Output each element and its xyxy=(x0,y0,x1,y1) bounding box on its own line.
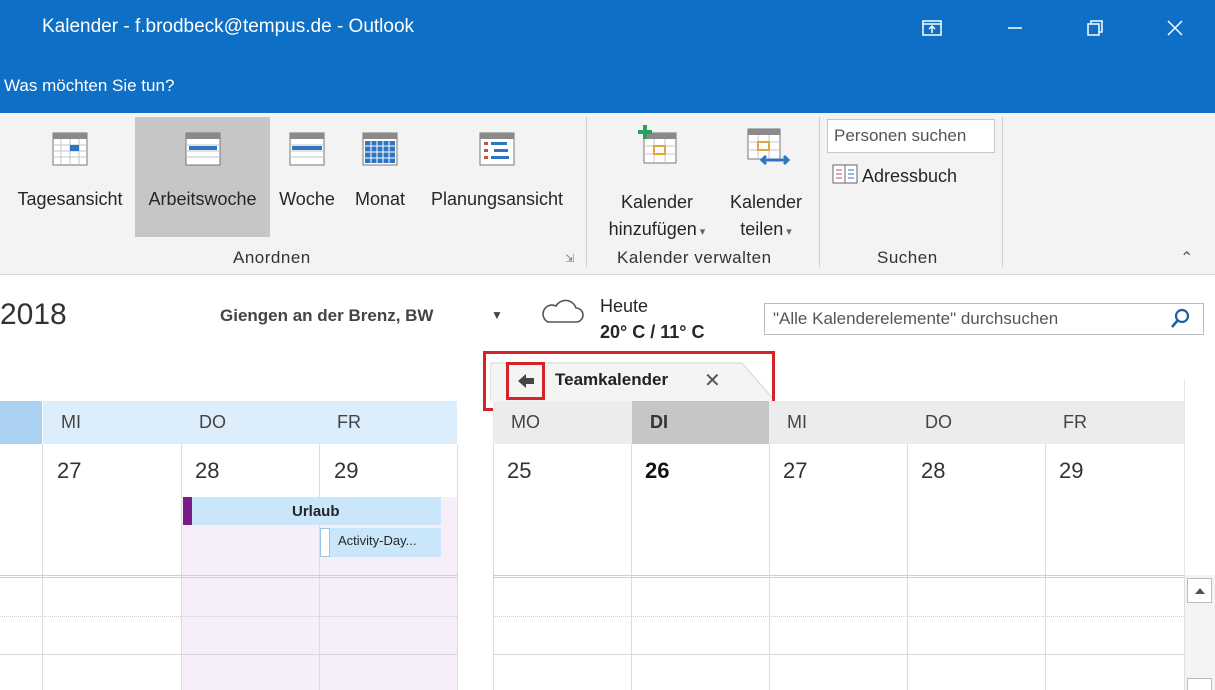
people-search-input[interactable]: Personen suchen xyxy=(827,119,995,153)
weather-temperature: 20° C / 11° C xyxy=(600,322,705,342)
dropdown-arrow-icon: ▾ xyxy=(783,226,792,238)
location-dropdown-icon[interactable]: ▼ xyxy=(491,308,503,322)
search-icon[interactable] xyxy=(1169,308,1191,330)
weather-location[interactable]: Giengen an der Brenz, BW xyxy=(220,306,433,326)
schedule-view-label: Planungsansicht xyxy=(430,189,564,209)
hour-line xyxy=(0,654,457,655)
add-calendar-icon xyxy=(638,125,677,164)
address-book-label: Adressbuch xyxy=(862,166,958,186)
day-view-label: Tagesansicht xyxy=(17,189,123,209)
close-icon[interactable] xyxy=(1155,10,1195,46)
dialog-launcher-icon[interactable]: ⇲ xyxy=(565,252,574,265)
group-separator xyxy=(586,117,587,267)
date-27[interactable]: 27 xyxy=(783,458,807,484)
group-label-manage: Kalender verwalten xyxy=(617,248,772,267)
event-urlaub[interactable]: Urlaub xyxy=(183,497,441,525)
day-header-mi[interactable]: MI xyxy=(43,401,181,444)
day-header-partial xyxy=(0,401,42,444)
event-activity-day-label: Activity-Day... xyxy=(338,533,417,548)
add-calendar-button[interactable]: Kalender hinzufügen ▾ xyxy=(594,117,720,239)
title-bar: Kalender - f.brodbeck@tempus.de - Outloo… xyxy=(0,0,1215,58)
window-title: Kalender - f.brodbeck@tempus.de - Outloo… xyxy=(42,16,415,37)
share-calendar-icon xyxy=(747,128,791,166)
day-header-fr[interactable]: FR xyxy=(1045,401,1184,444)
allday-separator xyxy=(493,577,1184,578)
scroll-up-button[interactable] xyxy=(1187,578,1212,603)
ribbon-display-options-icon[interactable] xyxy=(912,10,952,46)
weather-today: Heute 20° C / 11° C xyxy=(600,293,704,345)
day-header-do[interactable]: DO xyxy=(907,401,1045,444)
group-separator xyxy=(1002,117,1003,267)
half-hour-line xyxy=(493,616,1184,617)
dropdown-arrow-icon: ▾ xyxy=(696,226,706,238)
work-week-label: Arbeitswoche xyxy=(148,189,257,209)
scroll-thumb[interactable] xyxy=(1187,678,1212,690)
restore-icon[interactable] xyxy=(1075,10,1115,46)
weather-label: Heute xyxy=(600,296,649,316)
group-separator xyxy=(819,117,820,267)
day-header-di-today[interactable]: DI xyxy=(632,401,769,444)
date-range-title: 2018 xyxy=(0,298,67,331)
calendar-search-placeholder: "Alle Kalenderelemente" durchsuchen xyxy=(773,309,1059,328)
grid-line xyxy=(457,444,458,690)
ribbon: Tagesansicht Arbeitswoche Woche Monat Pl… xyxy=(0,113,1215,275)
outlook-window: Kalender - f.brodbeck@tempus.de - Outloo… xyxy=(0,0,1215,690)
add-calendar-label: Kalender hinzufügen ▾ xyxy=(594,189,720,246)
address-book-button[interactable]: Adressbuch xyxy=(832,163,957,187)
grid-line xyxy=(1184,380,1185,575)
date-28[interactable]: 28 xyxy=(195,458,219,484)
day-view-icon xyxy=(52,132,88,166)
event-urlaub-label: Urlaub xyxy=(292,503,340,520)
share-calendar-line1: Kalender xyxy=(729,192,803,212)
share-calendar-line2: teilen xyxy=(740,219,784,239)
allday-separator xyxy=(493,575,1184,576)
month-button[interactable]: Monat xyxy=(345,117,415,237)
week-icon xyxy=(289,132,325,166)
hour-line xyxy=(493,654,1184,655)
day-header-do[interactable]: DO xyxy=(181,401,319,444)
event-status-marker xyxy=(320,528,330,557)
date-29[interactable]: 29 xyxy=(1059,458,1083,484)
collapse-ribbon-icon[interactable]: ⌃ xyxy=(1180,248,1193,268)
cloud-icon xyxy=(542,299,584,323)
allday-separator xyxy=(0,577,457,578)
date-28[interactable]: 28 xyxy=(921,458,945,484)
back-arrow-highlight xyxy=(506,362,545,400)
half-hour-line xyxy=(0,616,457,617)
event-activity-day[interactable]: Activity-Day... xyxy=(320,528,441,557)
work-week-icon xyxy=(185,132,220,166)
date-27[interactable]: 27 xyxy=(57,458,81,484)
allday-separator xyxy=(0,575,457,576)
date-26-today[interactable]: 26 xyxy=(645,458,669,484)
week-label: Woche xyxy=(279,189,335,209)
group-label-arrange: Anordnen xyxy=(233,248,311,267)
week-button[interactable]: Woche xyxy=(271,117,343,237)
calendar-search-input[interactable]: "Alle Kalenderelemente" durchsuchen xyxy=(764,303,1204,335)
group-label-find: Suchen xyxy=(877,248,938,267)
day-header-mo[interactable]: MO xyxy=(493,401,632,444)
schedule-view-icon xyxy=(479,132,515,166)
share-calendar-button[interactable]: Kalender teilen ▾ xyxy=(722,117,810,239)
share-calendar-label: Kalender teilen ▾ xyxy=(722,189,810,246)
add-calendar-line2: hinzufügen xyxy=(608,219,697,239)
tell-me-bar[interactable]: Was möchten Sie tun? xyxy=(0,58,1215,113)
schedule-view-button[interactable]: Planungsansicht xyxy=(418,117,576,237)
day-header-fr[interactable]: FR xyxy=(319,401,457,444)
month-label: Monat xyxy=(354,189,406,209)
scroll-up-icon xyxy=(1194,587,1205,594)
day-header-mi[interactable]: MI xyxy=(769,401,907,444)
tell-me-input[interactable]: Was möchten Sie tun? xyxy=(4,76,174,96)
day-view-button[interactable]: Tagesansicht xyxy=(8,117,132,237)
add-calendar-line1: Kalender xyxy=(620,192,694,212)
address-book-icon xyxy=(832,164,858,184)
work-week-button[interactable]: Arbeitswoche xyxy=(135,117,270,237)
date-29[interactable]: 29 xyxy=(334,458,358,484)
date-25[interactable]: 25 xyxy=(507,458,531,484)
month-icon xyxy=(362,132,398,166)
minimize-icon[interactable] xyxy=(995,10,1035,46)
